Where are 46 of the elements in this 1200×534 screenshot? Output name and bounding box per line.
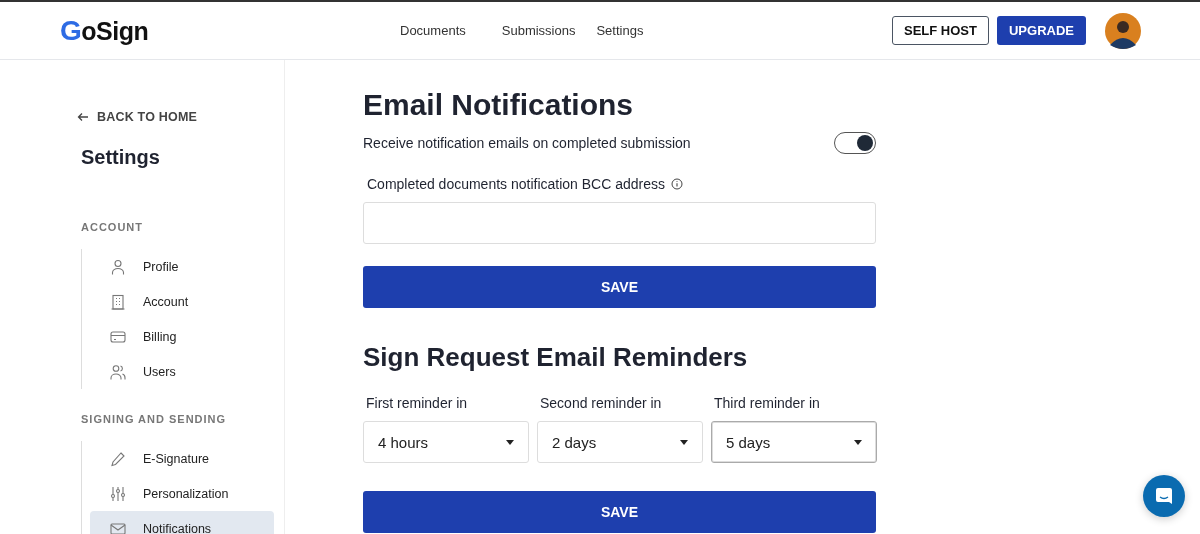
sidebar-title: Settings <box>81 146 161 169</box>
field-label: First reminder in <box>365 395 469 411</box>
dropdown[interactable]: 2 days <box>537 421 703 463</box>
arrow-left-icon <box>77 111 89 123</box>
field-label: Second reminder in <box>539 395 663 411</box>
credit-card-icon <box>110 328 126 345</box>
dropdown[interactable]: 4 hours <box>363 421 529 463</box>
chat-button[interactable] <box>1143 475 1185 517</box>
sidebar-item[interactable]: Notifications <box>90 511 274 534</box>
self-host-button[interactable]: SELF HOST <box>892 16 989 45</box>
building-icon <box>110 293 126 310</box>
info-icon[interactable] <box>671 178 684 190</box>
sliders-icon <box>110 485 126 502</box>
back-link[interactable]: BACK TO HOME <box>77 110 284 124</box>
avatar[interactable] <box>1105 12 1141 49</box>
sidebar-item[interactable]: Account <box>90 284 274 319</box>
toggle-label: Receive notification emails on completed submission <box>363 135 691 151</box>
save-button[interactable]: SAVE <box>363 266 876 308</box>
section-heading: SIGNING AND SENDING <box>81 413 228 425</box>
toggle-switch[interactable] <box>834 132 876 154</box>
section-title: Email Notifications <box>363 88 635 122</box>
save-button[interactable]: SAVE <box>363 491 876 533</box>
logo[interactable]: GoSign <box>60 14 400 47</box>
sidebar-item[interactable]: Profile <box>90 249 274 284</box>
caret-icon <box>506 439 514 445</box>
nav-link[interactable]: Settings <box>596 23 644 38</box>
caret-icon <box>854 439 862 445</box>
sidebar-item[interactable]: Billing <box>90 319 274 354</box>
sidebar-item[interactable]: Users <box>90 354 274 389</box>
section-title: Sign Request Email Reminders <box>363 342 749 373</box>
chat-icon <box>1155 487 1173 505</box>
person-icon <box>110 258 126 275</box>
field-label: Completed documents notification BCC address <box>367 176 666 192</box>
field-label: Third reminder in <box>713 395 821 411</box>
upgrade-button[interactable]: UPGRADE <box>997 16 1086 45</box>
dropdown[interactable]: 5 days <box>711 421 877 463</box>
nav-link[interactable]: Submissions <box>501 23 576 38</box>
bcc-address-field[interactable] <box>363 202 876 244</box>
envelope-icon <box>110 520 126 534</box>
nav-link[interactable]: Documents <box>400 23 466 38</box>
caret-icon <box>680 439 688 445</box>
people-icon <box>110 363 126 380</box>
section-heading: ACCOUNT <box>81 221 144 233</box>
pencil-icon <box>110 450 126 467</box>
sidebar-item[interactable]: Personalization <box>90 476 274 511</box>
sidebar-item[interactable]: E-Signature <box>90 441 274 476</box>
